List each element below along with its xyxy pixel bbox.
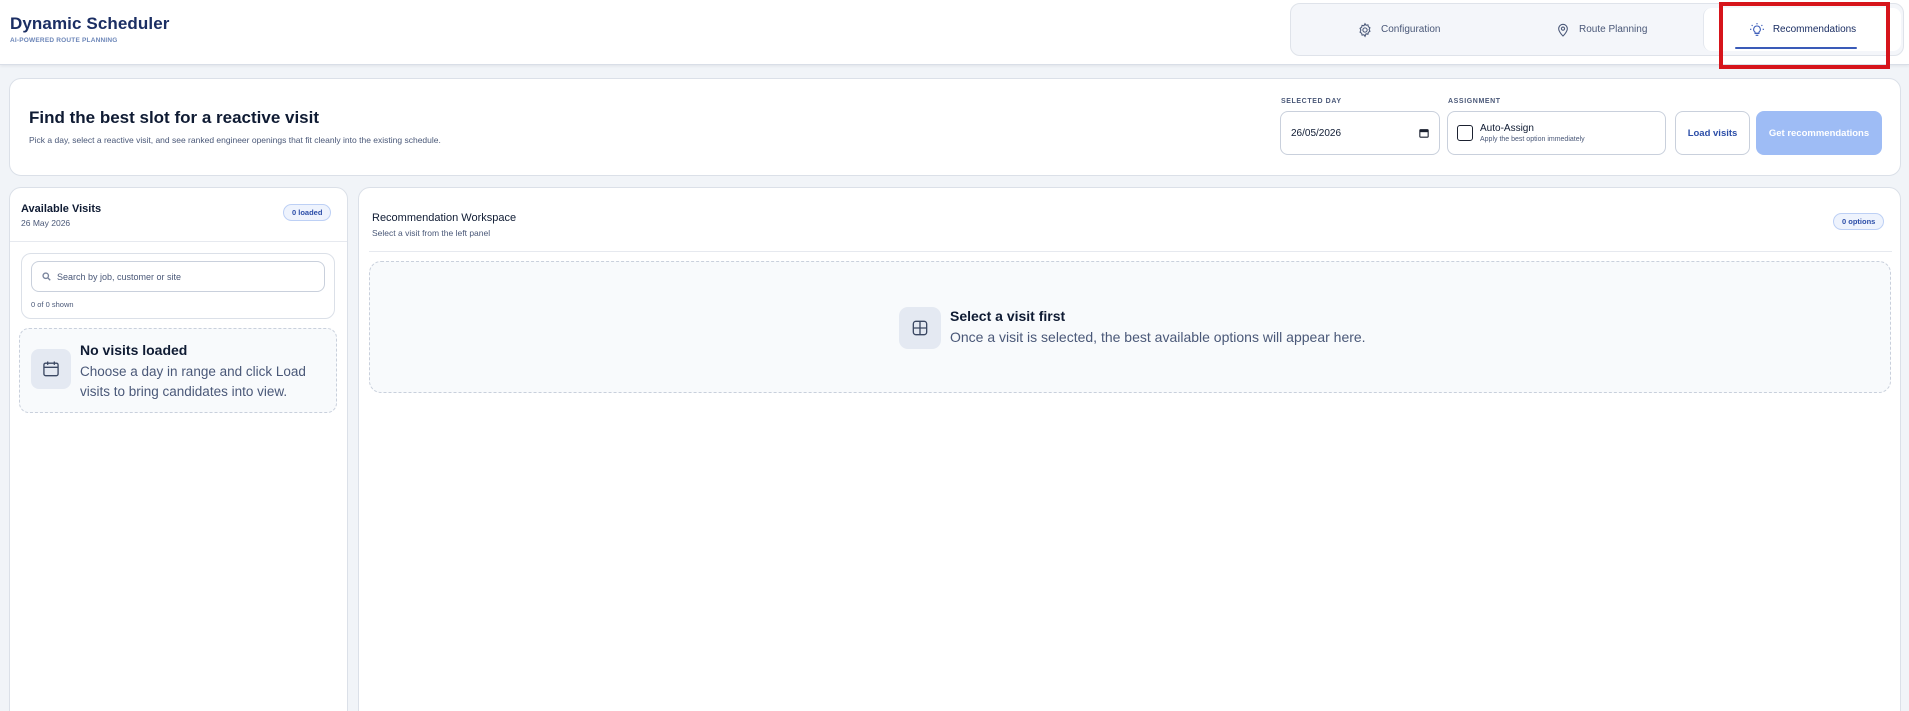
visit-search-card: 0 of 0 shown — [21, 253, 335, 319]
load-visits-button[interactable]: Load visits — [1675, 111, 1750, 155]
workspace-empty-text: Once a visit is selected, the best avail… — [950, 329, 1366, 345]
visits-count-badge: 0 loaded — [283, 204, 332, 221]
tab-recommendations[interactable]: Recommendations — [1703, 8, 1901, 51]
brand: Dynamic Scheduler AI-POWERED ROUTE PLANN… — [10, 14, 169, 44]
selected-day-input[interactable]: 26/05/2026 — [1280, 111, 1440, 155]
workspace-empty-state: Select a visit first Once a visit is sel… — [369, 261, 1891, 393]
workspace-title: Recommendation Workspace — [372, 212, 517, 224]
visits-panel-date: 26 May 2026 — [21, 218, 71, 228]
selected-day-value: 26/05/2026 — [1291, 127, 1342, 139]
slot-finder-card: Find the best slot for a reactive visit … — [9, 78, 1901, 176]
tab-configuration[interactable]: Configuration — [1357, 4, 1440, 55]
page-title: Find the best slot for a reactive visit — [29, 108, 320, 127]
auto-assign-label: Auto-Assign — [1480, 123, 1534, 134]
auto-assign-description: Apply the best option immediately — [1480, 136, 1585, 143]
assignment-label: ASSIGNMENT — [1448, 98, 1501, 105]
tab-route-planning[interactable]: Route Planning — [1555, 4, 1647, 55]
get-recommendations-button[interactable]: Get recommendations — [1756, 111, 1882, 155]
calendar-icon — [43, 361, 59, 377]
workspace-header: Recommendation Workspace Select a visit … — [369, 188, 1892, 252]
app-title: Dynamic Scheduler — [10, 14, 170, 33]
options-count-badge: 0 options — [1833, 213, 1885, 230]
selected-day-label: SELECTED DAY — [1281, 98, 1342, 105]
empty-state-icon-box — [31, 349, 71, 389]
visit-search-input[interactable] — [57, 271, 317, 282]
workspace-subtitle: Select a visit from the left panel — [372, 228, 491, 238]
map-pin-icon — [1558, 23, 1568, 37]
tab-configuration-label: Configuration — [1381, 24, 1441, 35]
empty-state-text: Choose a day in range and click Load vis… — [80, 364, 306, 399]
workspace-empty-icon-box — [899, 307, 941, 349]
auto-assign-toggle[interactable]: Auto-Assign Apply the best option immedi… — [1447, 111, 1666, 155]
visits-panel-title: Available Visits — [21, 203, 102, 215]
page-description: Pick a day, select a reactive visit, and… — [29, 135, 441, 145]
visit-search-field[interactable] — [31, 261, 325, 292]
grid-plus-icon — [912, 320, 928, 336]
no-visits-empty-state: No visits loaded Choose a day in range a… — [19, 328, 337, 413]
gear-icon — [1359, 22, 1371, 37]
visits-panel-header: Available Visits 26 May 2026 0 loaded — [10, 188, 347, 242]
app-header: Dynamic Scheduler AI-POWERED ROUTE PLANN… — [0, 0, 1909, 65]
calendar-icon[interactable] — [1419, 128, 1429, 138]
lightbulb-icon — [1749, 22, 1764, 36]
workspace-empty-title: Select a visit first — [950, 308, 1066, 324]
empty-state-title: No visits loaded — [80, 342, 188, 358]
search-icon — [42, 272, 51, 281]
app-subtitle: AI-POWERED ROUTE PLANNING — [10, 37, 118, 44]
auto-assign-checkbox[interactable] — [1457, 125, 1473, 141]
active-tab-indicator — [1735, 47, 1857, 49]
visits-shown-count: 0 of 0 shown — [31, 300, 74, 309]
main-nav: Configuration Route Planning Recommendat… — [1290, 3, 1904, 56]
recommendation-workspace-panel: Recommendation Workspace Select a visit … — [358, 187, 1901, 711]
available-visits-panel: Available Visits 26 May 2026 0 loaded 0 … — [9, 187, 348, 711]
tab-recommendations-label: Recommendations — [1772, 24, 1857, 35]
tab-route-planning-label: Route Planning — [1579, 24, 1648, 35]
